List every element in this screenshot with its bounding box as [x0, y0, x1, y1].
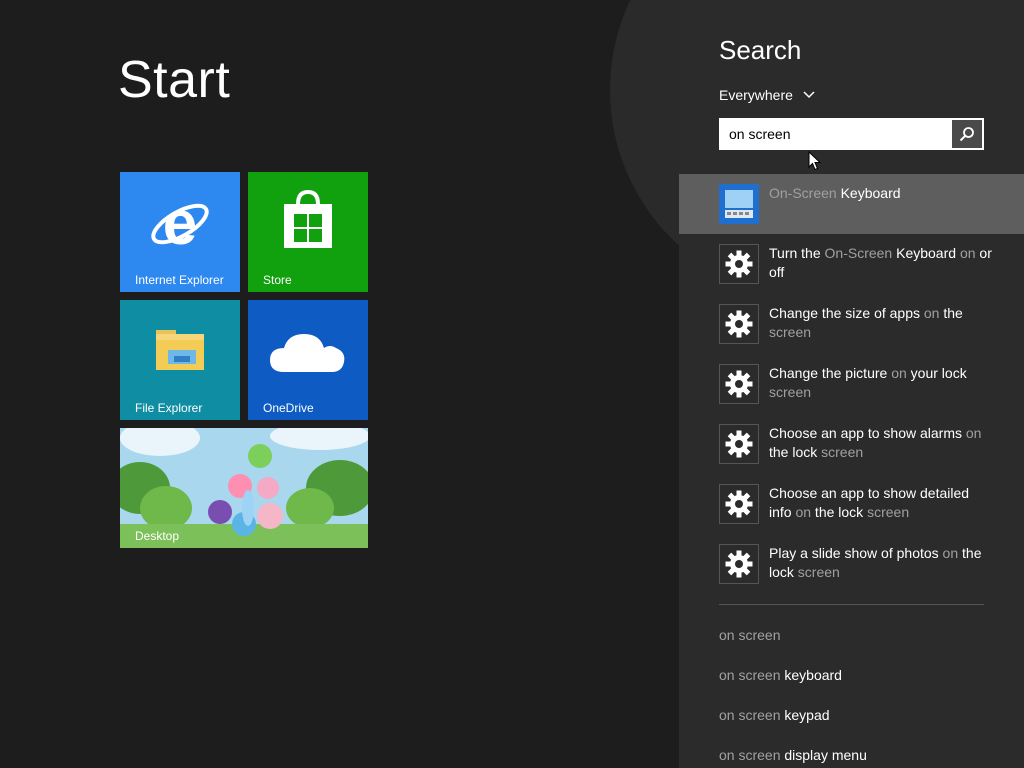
folder-icon	[156, 330, 204, 370]
search-result[interactable]: Turn the On-Screen Keyboard on or off	[679, 234, 1024, 294]
search-result[interactable]: Play a slide show of photos on the lock …	[679, 534, 1024, 594]
search-result[interactable]: Change the size of apps on the screen	[679, 294, 1024, 354]
search-suggestion[interactable]: on screen keypad	[719, 707, 830, 723]
search-scope-label: Everywhere	[719, 87, 793, 103]
svg-text:e: e	[163, 194, 197, 254]
search-input[interactable]	[721, 120, 967, 148]
tile-file-explorer[interactable]: File Explorer	[120, 300, 240, 420]
search-result-label: On-Screen Keyboard	[769, 185, 901, 201]
search-suggestion[interactable]: on screen keyboard	[719, 667, 842, 683]
search-result[interactable]: Choose an app to show alarms on the lock…	[679, 414, 1024, 474]
search-result-label: Change the size of apps on the screen	[769, 305, 963, 340]
search-icon	[959, 127, 974, 142]
search-title: Search	[719, 35, 802, 65]
tile-label: Internet Explorer	[135, 273, 224, 287]
search-result-label: Play a slide show of photos on the lock …	[769, 545, 982, 580]
search-suggestion[interactable]: on screen display menu	[719, 747, 867, 763]
mouse-cursor-icon	[808, 151, 822, 171]
search-suggestion[interactable]: on screen	[719, 627, 780, 643]
search-scope-dropdown[interactable]: Everywhere	[719, 87, 815, 103]
search-result-label: Choose an app to show detailed info on t…	[769, 485, 970, 520]
tile-label: OneDrive	[263, 401, 314, 415]
gear-icon	[719, 424, 759, 464]
search-result-label: Turn the On-Screen Keyboard on or off	[769, 245, 992, 280]
internet-explorer-icon: e	[151, 194, 209, 254]
tile-desktop[interactable]: Desktop	[120, 428, 368, 548]
search-result[interactable]: Change the picture on your lock screen	[679, 354, 1024, 414]
gear-icon	[719, 544, 759, 584]
tile-label: File Explorer	[135, 401, 203, 415]
gear-icon	[719, 364, 759, 404]
search-button[interactable]	[952, 120, 982, 148]
tile-label: Store	[263, 273, 292, 287]
gear-icon	[719, 244, 759, 284]
chevron-down-icon	[803, 91, 815, 99]
tile-onedrive[interactable]: OneDrive	[248, 300, 368, 420]
search-result[interactable]: On-Screen Keyboard	[679, 174, 1024, 234]
start-screen: Start e Internet Explorer Store File Exp…	[0, 0, 679, 768]
search-box	[719, 118, 984, 150]
decorative-circle	[610, 0, 679, 300]
search-result-label: Choose an app to show alarms on the lock…	[769, 425, 982, 460]
store-icon	[284, 190, 332, 248]
search-result[interactable]: Choose an app to show detailed info on t…	[679, 474, 1024, 534]
start-title: Start	[118, 51, 231, 109]
on-screen-keyboard-icon	[719, 184, 759, 224]
search-panel: Search Everywhere On-Screen Keyboard Turn…	[679, 0, 1024, 768]
tile-store[interactable]: Store	[248, 172, 368, 292]
divider	[719, 604, 984, 605]
gear-icon	[719, 484, 759, 524]
tile-label: Desktop	[135, 529, 180, 543]
tile-internet-explorer[interactable]: e Internet Explorer	[120, 172, 240, 292]
gear-icon	[719, 304, 759, 344]
search-result-label: Change the picture on your lock screen	[769, 365, 967, 400]
cloud-icon	[270, 334, 345, 372]
